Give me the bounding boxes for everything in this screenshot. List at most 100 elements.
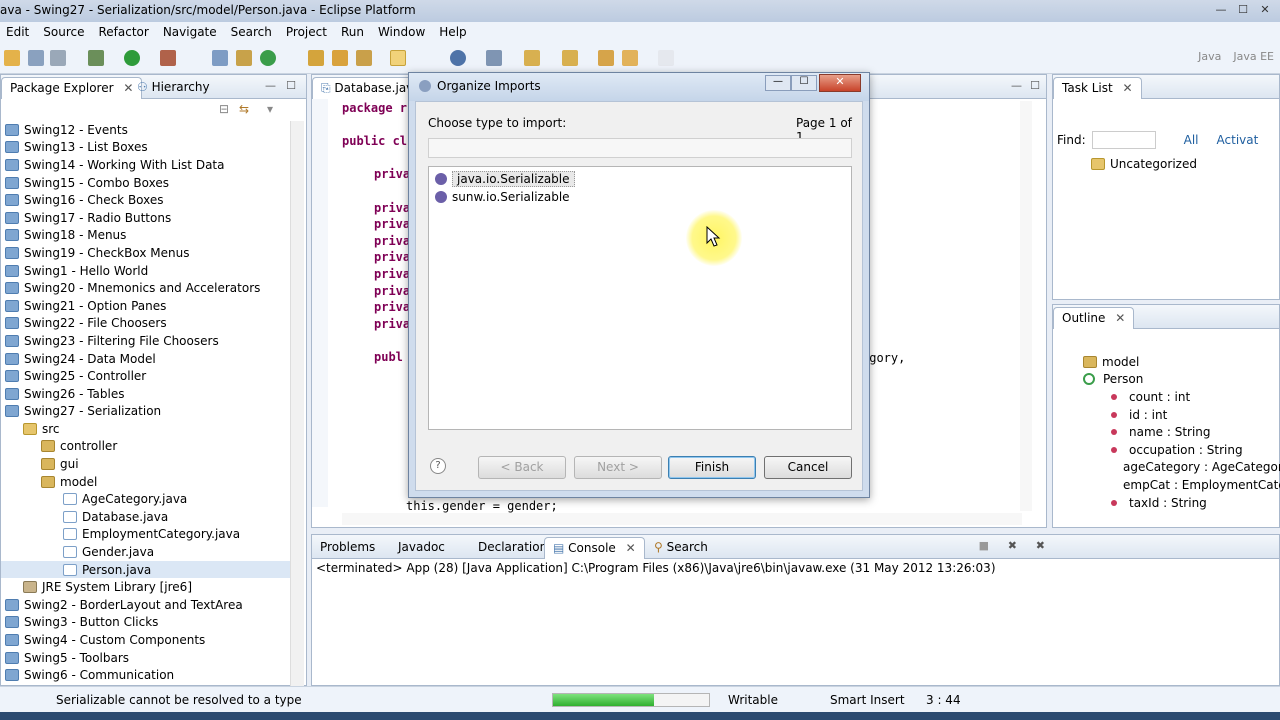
tree-item-jre[interactable]: JRE System Library [jre6] bbox=[1, 578, 291, 596]
outline-item[interactable]: name : String bbox=[1083, 423, 1279, 441]
search-icon[interactable] bbox=[356, 50, 372, 66]
collapse-all-icon[interactable]: ⊟ bbox=[219, 102, 229, 116]
tree-item-project[interactable]: Swing13 - List Boxes bbox=[1, 139, 291, 157]
tree-item-java[interactable]: AgeCategory.java bbox=[1, 490, 291, 508]
minimize-editor-icon[interactable]: — bbox=[1011, 79, 1022, 92]
tab-javadoc[interactable]: Javadoc bbox=[390, 537, 453, 559]
tree-item-project[interactable]: Swing21 - Option Panes bbox=[1, 297, 291, 315]
previous-annotation-icon[interactable] bbox=[562, 50, 578, 66]
help-icon[interactable]: ? bbox=[430, 458, 446, 474]
tree-item-project[interactable]: Swing17 - Radio Buttons bbox=[1, 209, 291, 227]
perspective-java[interactable]: Java bbox=[1198, 50, 1221, 63]
find-input[interactable] bbox=[1091, 131, 1156, 149]
outline-item[interactable]: model bbox=[1083, 353, 1279, 371]
tree-item-project[interactable]: Swing27 - Serialization bbox=[1, 403, 291, 421]
back-icon[interactable] bbox=[622, 50, 638, 66]
outline-item[interactable]: empCat : EmploymentCatego bbox=[1083, 476, 1280, 494]
code-text[interactable]: package r public cl priva priva priva priva pr… bbox=[342, 101, 410, 367]
next-button[interactable]: Next > bbox=[574, 456, 662, 479]
save-icon[interactable] bbox=[28, 50, 44, 66]
maximize-button[interactable]: ☐ bbox=[1236, 4, 1250, 16]
tree-item-package[interactable]: controller bbox=[1, 438, 291, 456]
view-menu-icon[interactable]: ▾ bbox=[267, 102, 273, 116]
outline-item[interactable]: ageCategory : AgeCategory bbox=[1083, 459, 1280, 477]
tree-item-project[interactable]: Swing24 - Data Model bbox=[1, 350, 291, 368]
menu-search[interactable]: Search bbox=[225, 25, 280, 39]
remove-all-icon[interactable]: ✖ bbox=[1036, 539, 1045, 552]
cancel-button[interactable]: Cancel bbox=[764, 456, 852, 479]
uncategorized-row[interactable]: Uncategorized bbox=[1091, 157, 1197, 171]
minimize-button[interactable]: — bbox=[1214, 4, 1228, 16]
activate-link[interactable]: Activat bbox=[1217, 133, 1259, 147]
tab-outline[interactable]: Outline ✕ bbox=[1053, 307, 1135, 329]
maximize-view-icon[interactable]: ☐ bbox=[286, 79, 296, 92]
terminate-icon[interactable]: ■ bbox=[979, 539, 989, 552]
tree-item-project[interactable]: Swing23 - Filtering File Choosers bbox=[1, 332, 291, 350]
tree-item-project[interactable]: Swing4 - Custom Components bbox=[1, 631, 291, 649]
tab-hierarchy[interactable]: ⚇ Hierarchy bbox=[129, 77, 218, 99]
tree-item-package[interactable]: model bbox=[1, 473, 291, 491]
tree-item-project[interactable]: Swing12 - Events bbox=[1, 121, 291, 139]
dialog-maximize-button[interactable]: ☐ bbox=[791, 75, 817, 91]
all-link[interactable]: All bbox=[1184, 133, 1199, 147]
back-button[interactable]: < Back bbox=[478, 456, 566, 479]
run-icon[interactable] bbox=[124, 50, 140, 66]
tree-item-project[interactable]: Swing1 - Hello World bbox=[1, 262, 291, 280]
outline-item[interactable]: occupation : String bbox=[1083, 441, 1279, 459]
type-option[interactable]: sunw.io.Serializable bbox=[429, 188, 851, 206]
tree-item-project[interactable]: Swing20 - Mnemonics and Accelerators bbox=[1, 279, 291, 297]
tab-package-explorer[interactable]: Package Explorer ✕ bbox=[1, 77, 143, 99]
tree-item-java[interactable]: Person.java bbox=[1, 560, 291, 579]
type-filter-input[interactable] bbox=[428, 138, 852, 158]
next-annotation-icon[interactable] bbox=[524, 50, 540, 66]
tab-declaration[interactable]: Declaration bbox=[470, 537, 555, 559]
open-type-icon[interactable] bbox=[308, 50, 324, 66]
maximize-editor-icon[interactable]: ☐ bbox=[1030, 79, 1040, 92]
open-task-icon[interactable] bbox=[332, 50, 348, 66]
new-icon[interactable] bbox=[4, 50, 20, 66]
tree-item-project[interactable]: Swing16 - Check Boxes bbox=[1, 191, 291, 209]
dialog-close-button[interactable]: ✕ bbox=[819, 74, 861, 92]
menu-source[interactable]: Source bbox=[37, 25, 92, 39]
debug-icon[interactable] bbox=[88, 50, 104, 66]
tree-item-java[interactable]: Gender.java bbox=[1, 543, 291, 561]
tab-problems[interactable]: Problems bbox=[312, 537, 383, 559]
menu-window[interactable]: Window bbox=[372, 25, 433, 39]
package-explorer-scrollbar[interactable] bbox=[290, 121, 304, 687]
new-java-project-icon[interactable] bbox=[212, 50, 228, 66]
remove-launch-icon[interactable]: ✖ bbox=[1008, 539, 1017, 552]
close-icon[interactable]: ✕ bbox=[626, 541, 636, 555]
tree-item-project[interactable]: Swing18 - Menus bbox=[1, 227, 291, 245]
menu-run[interactable]: Run bbox=[335, 25, 372, 39]
perspective-javaee[interactable]: Java EE bbox=[1233, 50, 1274, 63]
tree-item-project[interactable]: Swing6 - Communication bbox=[1, 666, 291, 684]
menu-refactor[interactable]: Refactor bbox=[92, 25, 156, 39]
tree-item-project[interactable]: Swing3 - Button Clicks bbox=[1, 614, 291, 632]
type-option[interactable]: java.io.Serializable bbox=[429, 170, 851, 188]
tree-item-project[interactable]: Swing2 - BorderLayout and TextArea bbox=[1, 596, 291, 614]
outline-item[interactable]: count : int bbox=[1083, 388, 1279, 406]
dialog-minimize-button[interactable]: — bbox=[765, 75, 791, 91]
tab-console[interactable]: ▤ Console ✕ bbox=[544, 537, 645, 559]
show-whitespace-icon[interactable] bbox=[486, 50, 502, 66]
outline-item[interactable]: Person bbox=[1083, 371, 1279, 389]
menu-help[interactable]: Help bbox=[433, 25, 474, 39]
new-class-icon[interactable] bbox=[260, 50, 276, 66]
tree-item-project[interactable]: Swing19 - CheckBox Menus bbox=[1, 244, 291, 262]
external-tools-icon[interactable] bbox=[160, 50, 176, 66]
tree-item-project[interactable]: Swing22 - File Choosers bbox=[1, 315, 291, 333]
outline-item[interactable]: taxId : String bbox=[1083, 494, 1279, 512]
close-icon[interactable]: ✕ bbox=[1123, 81, 1133, 95]
outline-item[interactable]: id : int bbox=[1083, 406, 1279, 424]
globe-icon[interactable] bbox=[450, 50, 466, 66]
editor-vertical-scrollbar[interactable] bbox=[1020, 101, 1032, 511]
new-package-icon[interactable] bbox=[236, 50, 252, 66]
last-edit-icon[interactable] bbox=[598, 50, 614, 66]
tree-item-project[interactable]: Swing14 - Working With List Data bbox=[1, 156, 291, 174]
editor-horizontal-scrollbar[interactable] bbox=[342, 513, 1022, 525]
toggle-mark-occurrences-icon[interactable] bbox=[390, 50, 406, 66]
tree-item-java[interactable]: Database.java bbox=[1, 508, 291, 526]
menu-project[interactable]: Project bbox=[280, 25, 335, 39]
tree-item-project[interactable]: Swing25 - Controller bbox=[1, 367, 291, 385]
tree-item-project[interactable]: Swing5 - Toolbars bbox=[1, 649, 291, 667]
